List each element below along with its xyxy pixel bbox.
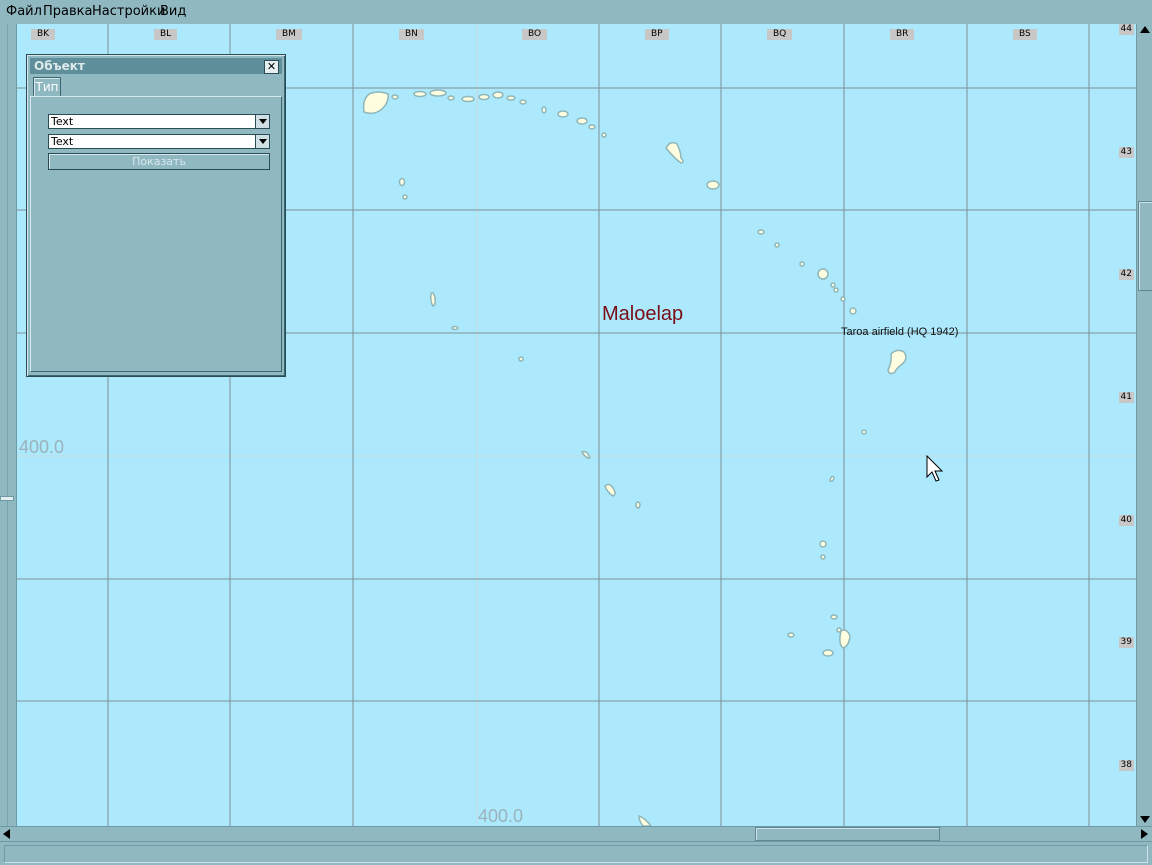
- ruler-marker[interactable]: [0, 496, 14, 501]
- vertical-scroll-thumb[interactable]: [1138, 201, 1152, 291]
- island: [757, 229, 765, 235]
- island: [391, 94, 399, 100]
- menu-bar: Файл Правка Настройки Вид: [0, 0, 1152, 25]
- column-label: BQ: [767, 29, 793, 40]
- island: [820, 554, 826, 560]
- island: [861, 429, 867, 435]
- type-select-2[interactable]: Text: [48, 134, 270, 149]
- island: [774, 242, 780, 248]
- island: [604, 483, 616, 497]
- island: [541, 106, 547, 114]
- island: [635, 501, 641, 509]
- tab-body: Text Text Показать: [30, 96, 282, 372]
- island: [429, 89, 447, 97]
- mouse-pointer-icon: [926, 455, 944, 482]
- island: [799, 261, 805, 267]
- menu-view[interactable]: Вид: [160, 4, 186, 19]
- select-value: Text: [51, 115, 74, 128]
- island: [849, 307, 857, 315]
- island: [819, 540, 827, 548]
- panel-titlebar[interactable]: Объект ✕: [30, 58, 282, 74]
- island: [519, 99, 527, 105]
- island: [830, 282, 836, 288]
- left-ruler[interactable]: [0, 24, 17, 826]
- column-label: BM: [276, 29, 302, 40]
- coordinate-label-bottom: 400.0: [478, 806, 524, 826]
- island: [817, 268, 829, 280]
- island: [601, 132, 607, 138]
- atoll-islands: [362, 89, 907, 826]
- island: [402, 194, 408, 200]
- vertical-scrollbar[interactable]: [1136, 24, 1152, 826]
- scroll-up-icon[interactable]: [1140, 26, 1150, 33]
- scroll-down-icon[interactable]: [1140, 816, 1150, 823]
- panel-title: Объект: [34, 59, 85, 73]
- island: [829, 475, 835, 482]
- column-label: BN: [399, 29, 424, 40]
- chevron-down-icon[interactable]: [255, 135, 269, 148]
- island: [588, 124, 596, 130]
- island: [398, 177, 406, 187]
- island: [461, 95, 475, 103]
- island: [430, 291, 436, 307]
- row-label: 42: [1118, 269, 1134, 280]
- island: [822, 649, 834, 657]
- column-label: BL: [154, 29, 178, 40]
- island: [839, 629, 851, 649]
- status-bar: [0, 841, 1152, 865]
- island: [576, 117, 588, 125]
- row-label: 41: [1118, 392, 1134, 403]
- column-label: BS: [1013, 29, 1037, 40]
- poi-label[interactable]: Taroa airfield (HQ 1942): [841, 326, 958, 338]
- column-label: BK: [31, 29, 56, 40]
- island: [787, 632, 795, 638]
- island: [451, 325, 459, 331]
- island: [840, 296, 846, 302]
- row-label: 43: [1118, 147, 1134, 158]
- island: [492, 91, 504, 99]
- island: [580, 450, 591, 459]
- horizontal-scrollbar[interactable]: [0, 826, 1152, 841]
- show-button[interactable]: Показать: [48, 153, 270, 170]
- island: [887, 349, 907, 375]
- island: [830, 614, 838, 620]
- row-label: 39: [1118, 637, 1134, 648]
- row-label: 40: [1118, 515, 1134, 526]
- coordinate-label-left: 400.0: [19, 437, 65, 457]
- island: [518, 356, 524, 362]
- menu-settings[interactable]: Настройки: [92, 4, 165, 19]
- menu-file[interactable]: Файл: [6, 4, 42, 19]
- column-label: BP: [645, 29, 669, 40]
- type-select-1[interactable]: Text: [48, 114, 270, 129]
- chevron-down-icon[interactable]: [255, 115, 269, 128]
- select-value: Text: [51, 135, 74, 148]
- tab-type[interactable]: Тип: [33, 77, 61, 97]
- scroll-right-icon[interactable]: [1141, 829, 1148, 839]
- place-name-label[interactable]: Maloelap: [602, 303, 683, 326]
- row-label: 38: [1118, 760, 1134, 771]
- object-panel: Объект ✕ Тип Text Text Показать: [26, 54, 286, 377]
- column-label: BR: [890, 29, 915, 40]
- island: [833, 287, 839, 293]
- island: [362, 91, 389, 115]
- island: [447, 95, 455, 101]
- island: [638, 814, 652, 826]
- ruler-line: [7, 24, 8, 826]
- island: [836, 627, 842, 633]
- island: [478, 93, 490, 101]
- menu-edit[interactable]: Правка: [43, 4, 92, 19]
- island: [506, 95, 516, 101]
- status-field: [4, 845, 1148, 863]
- scroll-left-icon[interactable]: [3, 829, 10, 839]
- horizontal-scroll-thumb[interactable]: [755, 827, 940, 841]
- column-label: BO: [522, 29, 548, 40]
- island: [665, 141, 684, 164]
- row-label: 44: [1118, 24, 1134, 35]
- island: [706, 180, 720, 190]
- island: [413, 90, 427, 98]
- island: [557, 110, 569, 118]
- close-icon[interactable]: ✕: [264, 60, 279, 74]
